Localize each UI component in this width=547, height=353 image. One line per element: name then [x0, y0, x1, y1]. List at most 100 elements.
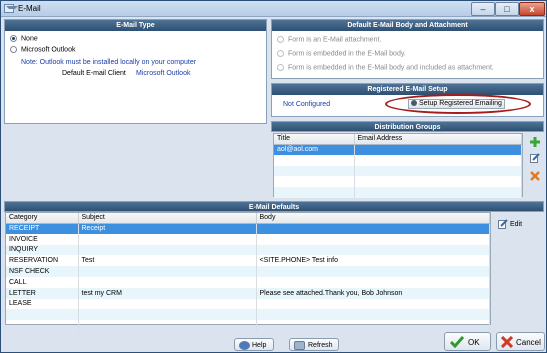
cell-body	[256, 298, 490, 310]
cell-category: LETTER	[6, 287, 79, 299]
gear-icon	[411, 100, 417, 107]
cell-title	[274, 187, 355, 198]
table-row[interactable]: LEASE	[6, 298, 490, 310]
ok-button[interactable]: OK	[444, 332, 491, 351]
cell-body	[256, 276, 490, 288]
email-defaults-panel: E-Mail Defaults Category Subject Body RE…	[4, 201, 544, 331]
column-header-title[interactable]: Title	[274, 134, 355, 145]
column-header-category[interactable]: Category	[6, 213, 79, 224]
radio-selected-icon[interactable]	[10, 35, 17, 42]
edit-default-button[interactable]: Edit	[498, 219, 522, 229]
body-attachment-panel: Default E-Mail Body and Attachment Form …	[271, 19, 544, 79]
cell-subject: Receipt	[78, 223, 257, 234]
distribution-panel: Distribution Groups Title Email Address …	[271, 121, 544, 198]
table-row[interactable]: CALL	[6, 276, 490, 288]
table-row[interactable]	[274, 187, 522, 198]
cell-subject	[78, 244, 257, 256]
cell-title	[274, 176, 355, 188]
table-row[interactable]: RECEIPT Receipt	[6, 223, 490, 234]
cell-category: CALL	[6, 276, 79, 288]
table-row[interactable]	[274, 165, 522, 177]
cancel-button[interactable]: Cancel	[496, 332, 545, 351]
cell-title	[274, 165, 355, 177]
option-label: Form is an E-Mail attachment.	[288, 36, 382, 44]
cell-category: INQUIRY	[6, 244, 79, 256]
cell-title	[274, 154, 355, 166]
email-type-none-option[interactable]: None	[10, 35, 38, 42]
cell-category: NSF CHECK	[6, 266, 79, 277]
minimize-button[interactable]: –	[471, 2, 495, 16]
table-row[interactable]	[6, 309, 490, 321]
cell-body: <SITE.PHONE> Test info	[256, 255, 490, 267]
table-row[interactable]	[274, 154, 522, 166]
cell-subject: test my CRM	[78, 287, 257, 299]
help-button[interactable]: Help	[234, 338, 274, 351]
close-button[interactable]: x	[519, 2, 545, 16]
default-client-value: Microsoft Outlook	[136, 70, 191, 77]
radio-icon[interactable]	[277, 64, 284, 71]
column-header-email[interactable]: Email Address	[354, 134, 522, 145]
add-group-button[interactable]	[530, 137, 540, 147]
cell-subject	[78, 320, 257, 331]
table-row[interactable]: LETTER test my CRM Please see attached.Tha…	[6, 287, 490, 299]
embed-option[interactable]: Form is embedded in the E-Mail body.	[277, 50, 406, 57]
check-icon	[450, 336, 464, 348]
attach-option[interactable]: Form is an E-Mail attachment.	[277, 36, 381, 43]
column-header-body[interactable]: Body	[256, 213, 490, 224]
table-row[interactable]: RESERVATION Test <SITE.PHONE> Test info	[6, 255, 490, 267]
cell-category: INVOICE	[6, 233, 79, 245]
cell-email	[354, 176, 522, 188]
edit-icon	[530, 153, 540, 163]
option-label: Form is embedded in the E-Mail body.	[288, 50, 406, 58]
email-settings-window: E-Mail – □ x E-Mail Type None Microsoft …	[0, 0, 547, 353]
maximize-button[interactable]: □	[495, 2, 519, 16]
delete-group-button[interactable]	[530, 171, 540, 181]
radio-icon[interactable]	[10, 46, 17, 53]
title-bar[interactable]: E-Mail – □ x	[1, 1, 546, 17]
cell-category: RECEIPT	[6, 223, 79, 234]
table-row[interactable]	[6, 320, 490, 331]
cell-category: RESERVATION	[6, 255, 79, 267]
option-label: Form is embedded in the E-Mail body and …	[288, 64, 494, 72]
cell-subject	[78, 309, 257, 321]
radio-icon[interactable]	[277, 36, 284, 43]
cell-body	[256, 266, 490, 277]
setup-registered-emailing-button[interactable]: Setup Registered Emailing	[408, 99, 505, 109]
distribution-grid[interactable]: Title Email Address aol@aol.com	[273, 133, 523, 198]
table-row[interactable]: INVOICE	[6, 233, 490, 245]
cell-subject	[78, 266, 257, 277]
cell-category	[6, 309, 79, 321]
registered-setup-panel: Registered E-Mail Setup Not Configured S…	[271, 83, 544, 117]
email-type-outlook-option[interactable]: Microsoft Outlook	[10, 46, 75, 53]
cell-body	[256, 320, 490, 331]
email-type-panel: E-Mail Type None Microsoft Outlook Note:…	[4, 19, 267, 124]
column-header-subject[interactable]: Subject	[78, 213, 257, 224]
cell-subject: Test	[78, 255, 257, 267]
button-label: Setup Registered Emailing	[419, 100, 502, 107]
edit-group-button[interactable]	[530, 153, 540, 163]
distribution-header: Distribution Groups	[271, 121, 544, 132]
window-title: E-Mail	[18, 4, 41, 13]
table-row[interactable]: NSF CHECK	[6, 266, 490, 277]
cell-title: aol@aol.com	[274, 144, 355, 155]
cell-email	[354, 154, 522, 166]
table-row[interactable]	[274, 176, 522, 188]
refresh-button[interactable]: Refresh	[289, 338, 339, 351]
help-icon	[239, 341, 250, 350]
cell-body: Please see attached.Thank you, Bob Johns…	[256, 287, 490, 299]
default-client-label: Default E-mail Client	[62, 70, 126, 77]
help-label: Help	[252, 342, 267, 349]
cell-category: LEASE	[6, 298, 79, 310]
edit-icon	[498, 219, 508, 229]
outlook-note: Note: Outlook must be installed locally …	[21, 59, 197, 66]
table-row[interactable]: INQUIRY	[6, 244, 490, 256]
email-type-header: E-Mail Type	[5, 20, 266, 31]
option-label: None	[21, 35, 38, 43]
cell-body	[256, 223, 490, 234]
radio-icon[interactable]	[277, 50, 284, 57]
email-defaults-grid[interactable]: Category Subject Body RECEIPT Receipt INV…	[5, 212, 491, 331]
option-label: Microsoft Outlook	[21, 46, 76, 54]
embed-and-attach-option[interactable]: Form is embedded in the E-Mail body and …	[277, 64, 494, 71]
table-row[interactable]: aol@aol.com	[274, 144, 522, 155]
body-attachment-header: Default E-Mail Body and Attachment	[272, 20, 543, 31]
